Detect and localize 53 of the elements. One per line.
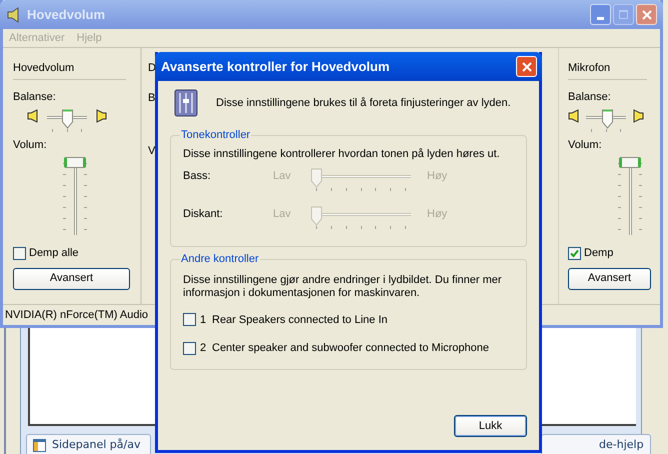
option-label: Rear Speakers connected to Line In [212,312,388,328]
checkbox-label: Demp alle [29,246,79,261]
group-title: Andre kontroller [180,252,260,267]
status-text: NVIDIA(R) nForce(TM) Audio [5,308,148,323]
low-label: Lav [273,169,292,184]
volume-label: Volum: [568,138,603,152]
checkbox[interactable] [183,313,196,326]
option-number: 1 [200,312,208,328]
low-label: Lav [273,207,292,222]
channel-name: D [148,61,157,75]
high-label: Høy [427,207,448,222]
group-title: Tonekontroller [180,128,252,143]
close-dialog-button[interactable]: Lukk [454,415,527,437]
window-title: Hovedvolum [27,6,106,24]
checkbox-label: Demp [584,246,614,261]
balance-label: Balanse: [568,90,612,105]
dialog-title: Avanserte kontroller for Hovedvolum [161,58,390,76]
balance-label: B [148,91,156,106]
speaker-icon [95,108,107,122]
speaker-icon [568,108,580,122]
slider-thumb[interactable] [619,157,641,168]
checkbox[interactable] [568,246,581,260]
group-description: Disse innstillingene kontrollerer hvordan tonen på lyden høres ut. [183,146,501,162]
advanced-button[interactable]: Avansert [13,268,130,290]
option-number: 2 [200,341,208,356]
close-icon [642,10,652,20]
slider-thumb[interactable] [62,108,72,128]
balance-label: Balanse: [13,90,57,105]
channel-name: Hovedvolum [13,61,76,75]
sidebar-toggle-button[interactable]: Sidepanel på/av [26,434,152,454]
volume-label: V [148,144,156,158]
speaker-icon [27,108,39,122]
close-button[interactable] [636,4,657,25]
volume-label: Volum: [13,138,48,152]
option-label: Center speaker and subwoofer connected to Microphone [212,341,490,356]
minimize-button[interactable] [590,4,611,25]
group-description: Disse innstillingene gjør andre endringer i lydbildet. Du finner mer informasjon i dokumentasjonen for maskinvaren. [183,274,503,300]
help-button[interactable]: de-hjelp [541,434,651,454]
advanced-button[interactable]: Avansert [568,268,651,290]
mixer-icon [174,89,198,117]
close-icon [522,62,532,72]
checkbox[interactable] [183,342,196,355]
slider-thumb[interactable] [602,108,613,128]
panel-icon [33,438,46,452]
slider-label: Bass: [183,169,212,184]
channel-name: Mikrofon [568,61,612,75]
checkbox[interactable] [13,246,26,260]
close-button[interactable] [516,56,537,77]
high-label: Høy [427,169,448,184]
slider-thumb[interactable] [64,157,86,168]
slider-label: Diskant: [183,207,224,222]
intro-text: Disse innstillingene brukes til å foreta finjusteringer av lyden. [216,96,511,111]
speaker-icon [632,108,644,122]
